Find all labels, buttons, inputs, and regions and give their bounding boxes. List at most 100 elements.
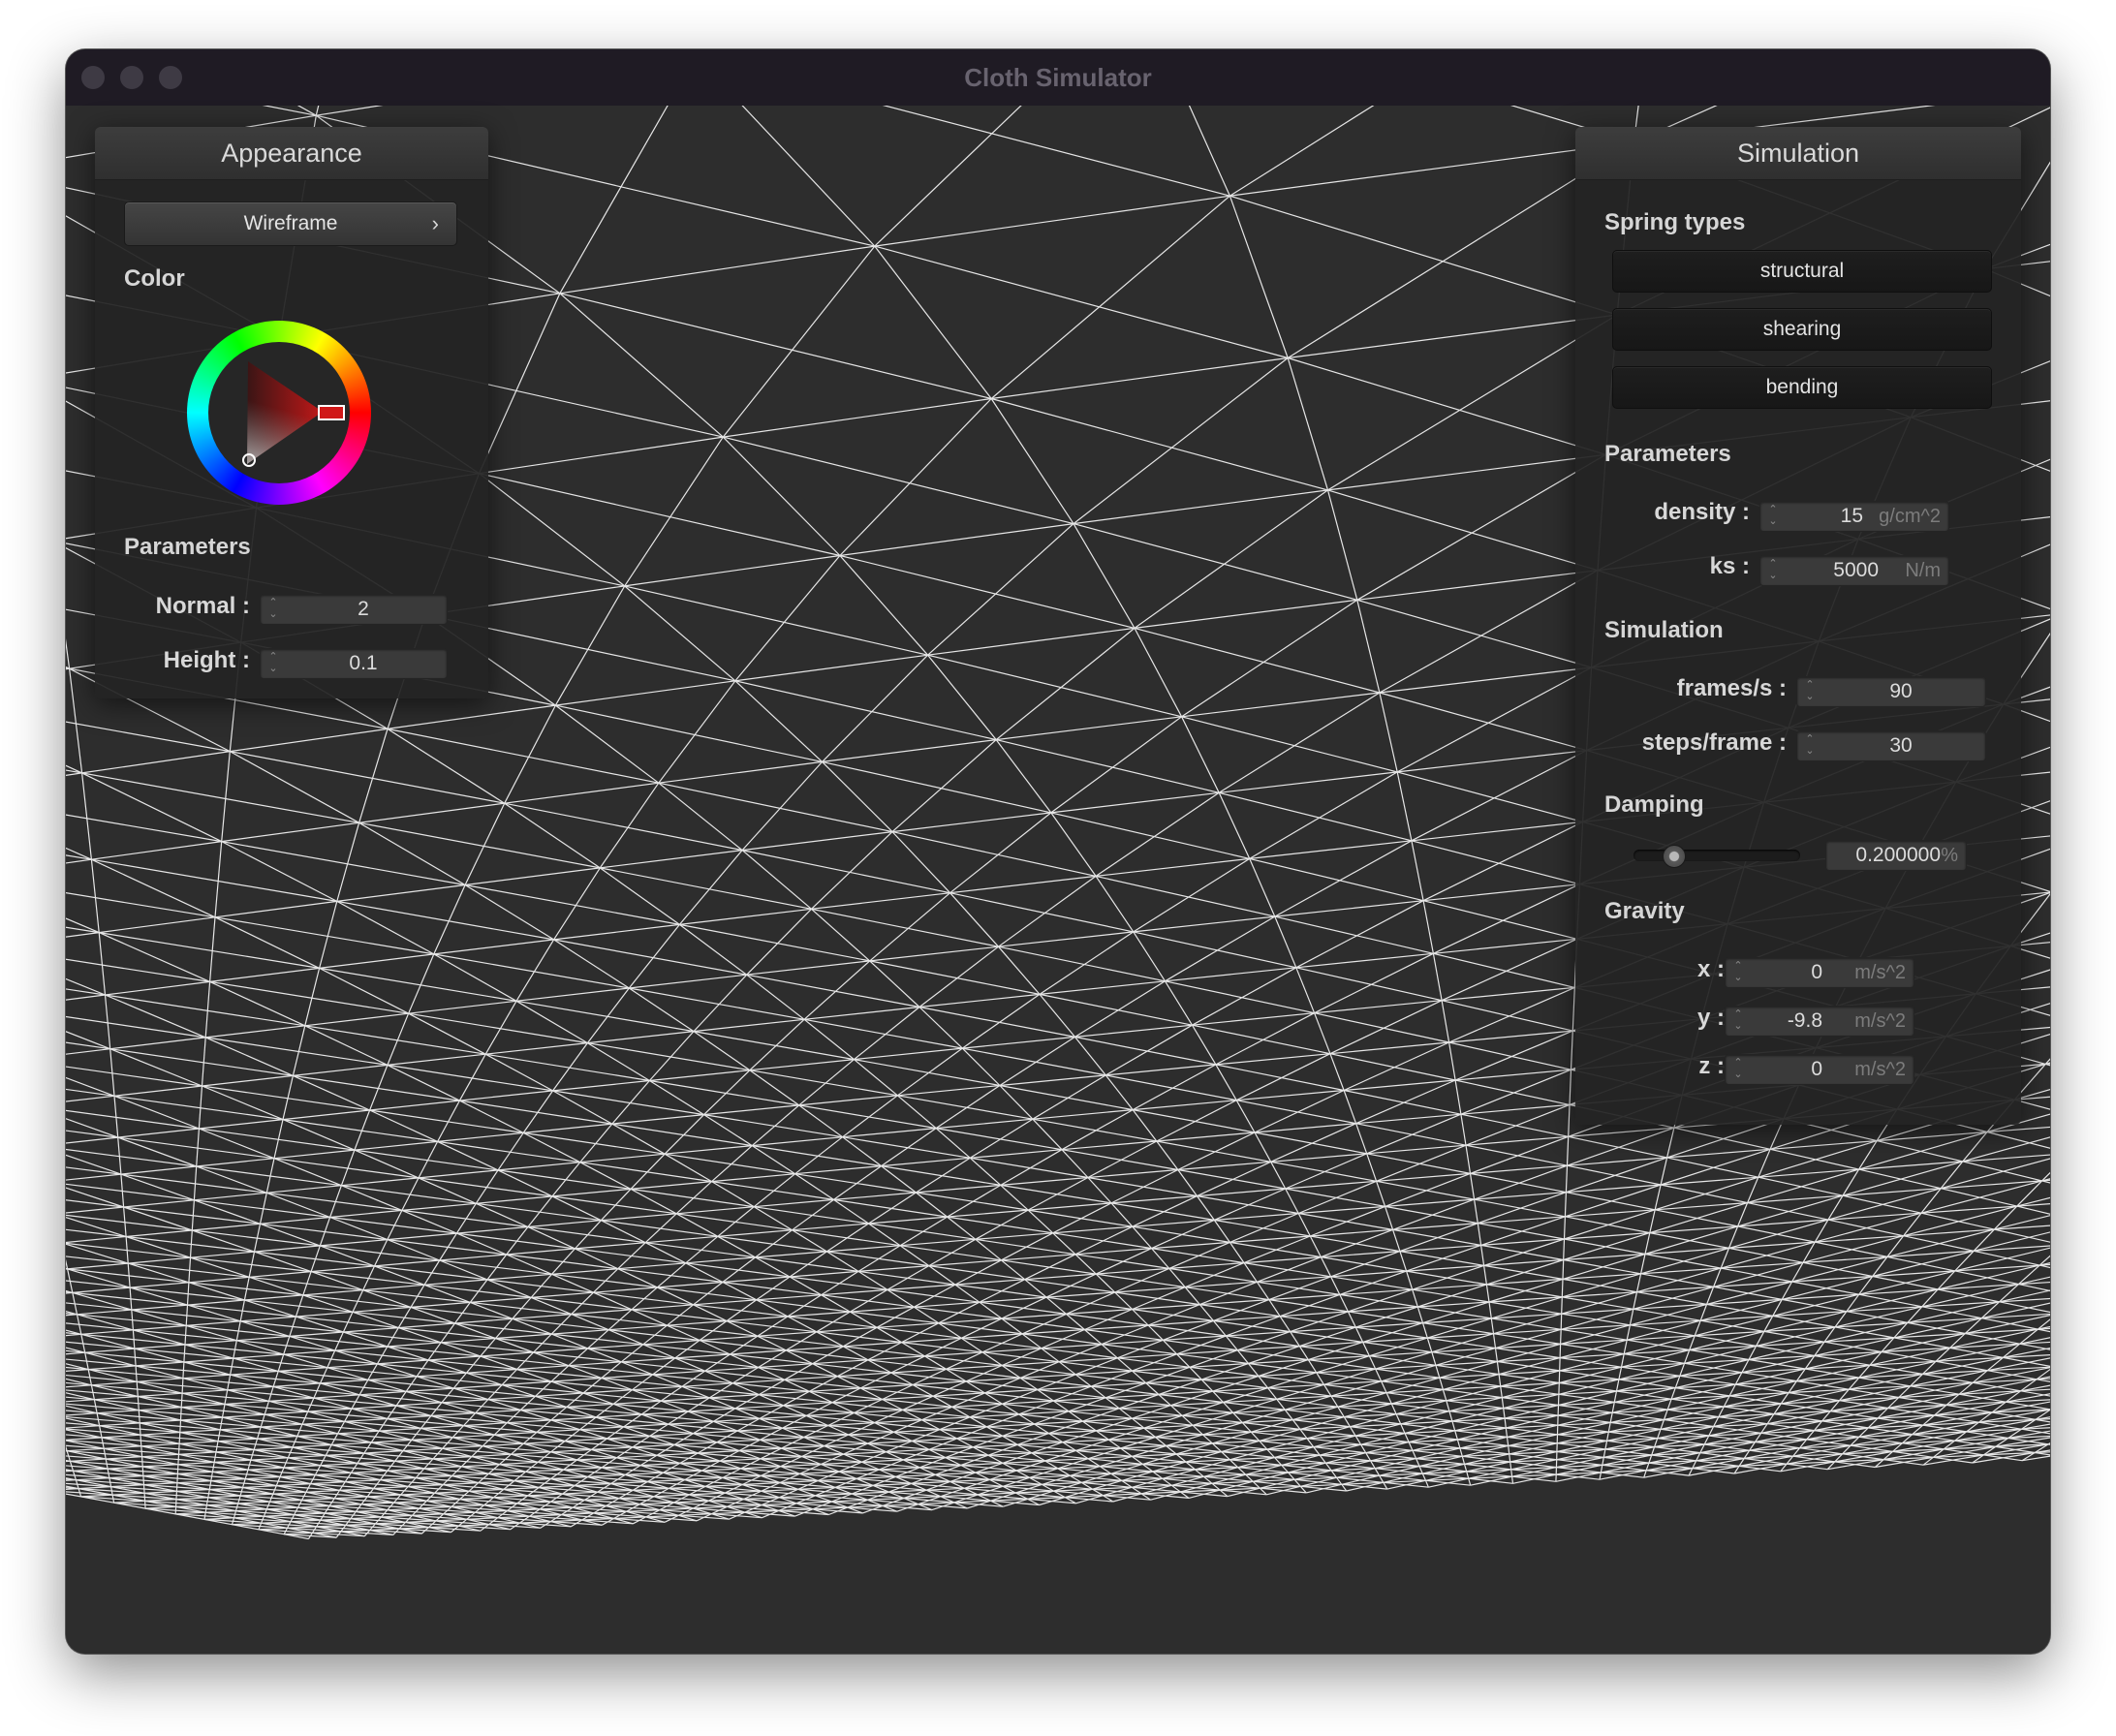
mesh-edge <box>177 1443 180 1455</box>
mesh-edge <box>693 974 748 1033</box>
mesh-edge <box>212 1469 249 1472</box>
mesh-edge <box>401 1202 477 1211</box>
mesh-edge <box>423 1466 462 1470</box>
mesh-edge <box>600 1188 632 1222</box>
mesh-edge <box>693 1430 738 1435</box>
mesh-edge <box>423 1279 488 1286</box>
mesh-edge <box>506 1248 576 1256</box>
mesh-edge <box>249 1271 312 1278</box>
mesh-edge <box>738 1447 782 1452</box>
mesh-edge <box>367 1376 418 1380</box>
mesh-edge <box>394 1458 434 1462</box>
mesh-edge <box>471 1453 512 1458</box>
mesh-edge <box>441 1337 496 1344</box>
mesh-edge <box>254 1245 321 1253</box>
mesh-edge <box>552 1090 704 1116</box>
mesh-edge <box>142 1472 178 1477</box>
mesh-edge <box>326 1452 364 1456</box>
mesh-edge <box>668 1420 714 1425</box>
mesh-edge <box>787 1311 851 1318</box>
mesh-edge <box>282 1109 370 1121</box>
mesh-edge <box>387 1232 457 1241</box>
mesh-edge <box>617 1242 646 1270</box>
mesh-edge <box>204 1037 294 1076</box>
mesh-edge <box>782 1424 828 1429</box>
mesh-edge <box>749 1059 855 1071</box>
mesh-edge <box>621 1357 675 1363</box>
mesh-edge <box>233 1353 284 1359</box>
mesh-edge <box>108 1466 143 1470</box>
mesh-edge <box>230 1370 279 1376</box>
mesh-edge <box>66 1403 140 1411</box>
mesh-edge <box>620 1344 644 1363</box>
mesh-edge <box>494 1431 538 1436</box>
mesh-edge <box>550 1475 588 1480</box>
app-window: Cloth Simulator Appearance Wireframe › C… <box>66 49 2050 1654</box>
mesh-edge <box>938 1318 1002 1324</box>
mesh-edge <box>137 1396 140 1410</box>
mesh-edge <box>678 850 743 925</box>
mesh-edge <box>843 1326 878 1348</box>
mesh-edge <box>593 1510 627 1514</box>
mesh-edge <box>91 1380 138 1386</box>
mesh-edge <box>237 1501 270 1504</box>
mesh-edge <box>362 1284 425 1291</box>
mesh-edge <box>664 1114 705 1155</box>
mesh-edge <box>812 1359 868 1365</box>
mesh-edge <box>345 1479 381 1483</box>
mesh-edge <box>66 1214 193 1231</box>
mesh-edge <box>804 1006 920 1020</box>
mesh-edge <box>618 1496 654 1500</box>
mesh-edge <box>305 1489 340 1493</box>
mesh-edge <box>181 1403 226 1409</box>
mesh-edge <box>642 1339 700 1346</box>
mesh-edge <box>608 1324 668 1331</box>
mesh-edge <box>832 1398 883 1404</box>
mesh-edge <box>867 1440 913 1444</box>
mesh-edge <box>416 1474 452 1479</box>
mesh-edge <box>66 1206 124 1214</box>
mesh-edge <box>575 1242 646 1250</box>
mesh-edge <box>66 772 82 776</box>
mesh-edge <box>812 1346 844 1365</box>
mesh-edge <box>599 782 660 869</box>
mesh-edge <box>66 769 82 774</box>
mesh-edge <box>143 1493 146 1502</box>
mesh-edge <box>369 1100 460 1111</box>
mesh-edge <box>66 1358 137 1367</box>
mesh-edge <box>784 1363 813 1380</box>
mesh-edge <box>587 1473 626 1478</box>
mesh-edge <box>221 841 338 902</box>
mesh-edge <box>649 1079 799 1106</box>
mesh-edge <box>363 1450 404 1454</box>
mesh-edge <box>527 1493 563 1497</box>
mesh-edge <box>586 987 630 1043</box>
mesh-edge <box>142 1464 178 1468</box>
mesh-edge <box>109 1037 206 1050</box>
mesh-edge <box>753 1206 793 1231</box>
mesh-edge <box>117 1136 275 1160</box>
window-title: Cloth Simulator <box>964 63 1152 92</box>
mesh-edge <box>244 1294 303 1301</box>
mesh-edge <box>185 1305 189 1326</box>
mesh-edge <box>215 1448 255 1453</box>
mesh-edge <box>289 1331 344 1337</box>
mesh-edge <box>717 1235 827 1253</box>
mesh-edge <box>815 1493 853 1497</box>
mesh-edge <box>453 1384 503 1389</box>
mesh-edge <box>676 1213 793 1231</box>
mesh-edge <box>821 1294 851 1313</box>
mesh-edge <box>794 1136 843 1175</box>
mesh-edge <box>754 1198 834 1208</box>
mesh-edge <box>379 1427 421 1432</box>
mesh-edge <box>187 1299 245 1306</box>
mesh-edge <box>659 1507 694 1511</box>
mesh-edge <box>393 1500 427 1504</box>
mesh-edge <box>272 1491 306 1495</box>
mesh-edge <box>78 1486 111 1490</box>
mesh-edge <box>199 1119 284 1130</box>
mesh-edge <box>657 1262 687 1288</box>
mesh-edge <box>645 1242 756 1258</box>
mesh-edge <box>799 1471 840 1474</box>
mesh-edge <box>67 1447 105 1452</box>
